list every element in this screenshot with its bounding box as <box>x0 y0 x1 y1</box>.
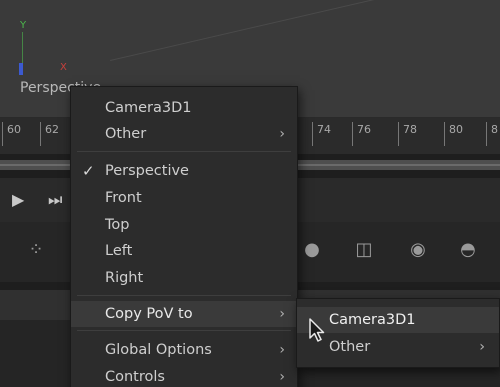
ruler-tick: 60 <box>2 122 21 146</box>
axis-z-line <box>19 63 23 75</box>
chevron-right-icon: › <box>479 339 485 355</box>
chevron-right-icon: › <box>279 126 285 142</box>
menu-item-global-options[interactable]: Global Options › <box>71 337 297 363</box>
menu-item-label: Copy PoV to <box>105 306 193 322</box>
copy-pov-submenu: Camera3D1 Other › <box>296 298 500 368</box>
cube-tool-icon[interactable]: ◫ <box>350 238 378 262</box>
axis-x-label: X <box>60 62 67 73</box>
menu-item-label: Controls <box>105 369 165 385</box>
submenu-item-camera3d1[interactable]: Camera3D1 <box>297 307 499 333</box>
particle-tool-icon[interactable]: ⁘ <box>22 238 50 262</box>
menu-item-right[interactable]: Right <box>71 265 297 291</box>
viewport-grid-line <box>110 0 500 61</box>
submenu-item-other[interactable]: Other › <box>297 334 499 360</box>
play-icon[interactable]: ▶ <box>12 190 24 209</box>
checkmark-icon: ✓ <box>82 162 95 180</box>
menu-item-label: Front <box>105 190 142 206</box>
chevron-right-icon: › <box>279 342 285 358</box>
chevron-right-icon: › <box>279 369 285 385</box>
menu-item-top[interactable]: Top <box>71 212 297 238</box>
spotlight-tool-icon[interactable]: ◉ <box>404 238 432 262</box>
ruler-tick: 74 <box>312 122 331 146</box>
submenu-item-label: Camera3D1 <box>329 312 416 328</box>
ruler-tick: 8 <box>486 122 498 146</box>
ruler-tick: 62 <box>40 122 59 146</box>
menu-item-copy-pov[interactable]: Copy PoV to › <box>71 301 297 327</box>
ruler-tick: 80 <box>444 122 463 146</box>
ruler-tick: 78 <box>398 122 417 146</box>
menu-item-label: Left <box>105 243 133 259</box>
menu-item-camera3d1[interactable]: Camera3D1 <box>71 95 297 121</box>
menu-item-controls[interactable]: Controls › <box>71 364 297 387</box>
menu-item-label: Global Options <box>105 342 212 358</box>
menu-item-label: Perspective <box>105 163 189 179</box>
menu-item-label: Other <box>105 126 147 142</box>
chevron-right-icon: › <box>279 306 285 322</box>
menu-separator <box>77 151 291 152</box>
menu-item-other[interactable]: Other › <box>71 121 297 147</box>
ruler-tick: 76 <box>352 122 371 146</box>
submenu-item-label: Other <box>329 339 371 355</box>
menu-item-perspective[interactable]: ✓ Perspective <box>71 158 297 184</box>
menu-item-label: Camera3D1 <box>105 100 192 116</box>
menu-separator <box>77 295 291 296</box>
light-tool-icon[interactable]: ● <box>298 238 326 262</box>
axis-y-label: Y <box>20 20 27 31</box>
fast-forward-icon[interactable]: ⏭ <box>48 190 62 210</box>
context-menu: Camera3D1 Other › ✓ Perspective Front To… <box>70 86 298 387</box>
menu-separator <box>77 330 291 331</box>
menu-item-front[interactable]: Front <box>71 185 297 211</box>
mouse-pointer-icon <box>309 318 325 342</box>
menu-item-label: Top <box>105 217 130 233</box>
menu-item-left[interactable]: Left <box>71 238 297 264</box>
menu-item-label: Right <box>105 270 144 286</box>
dome-tool-icon[interactable]: ◓ <box>454 238 482 262</box>
